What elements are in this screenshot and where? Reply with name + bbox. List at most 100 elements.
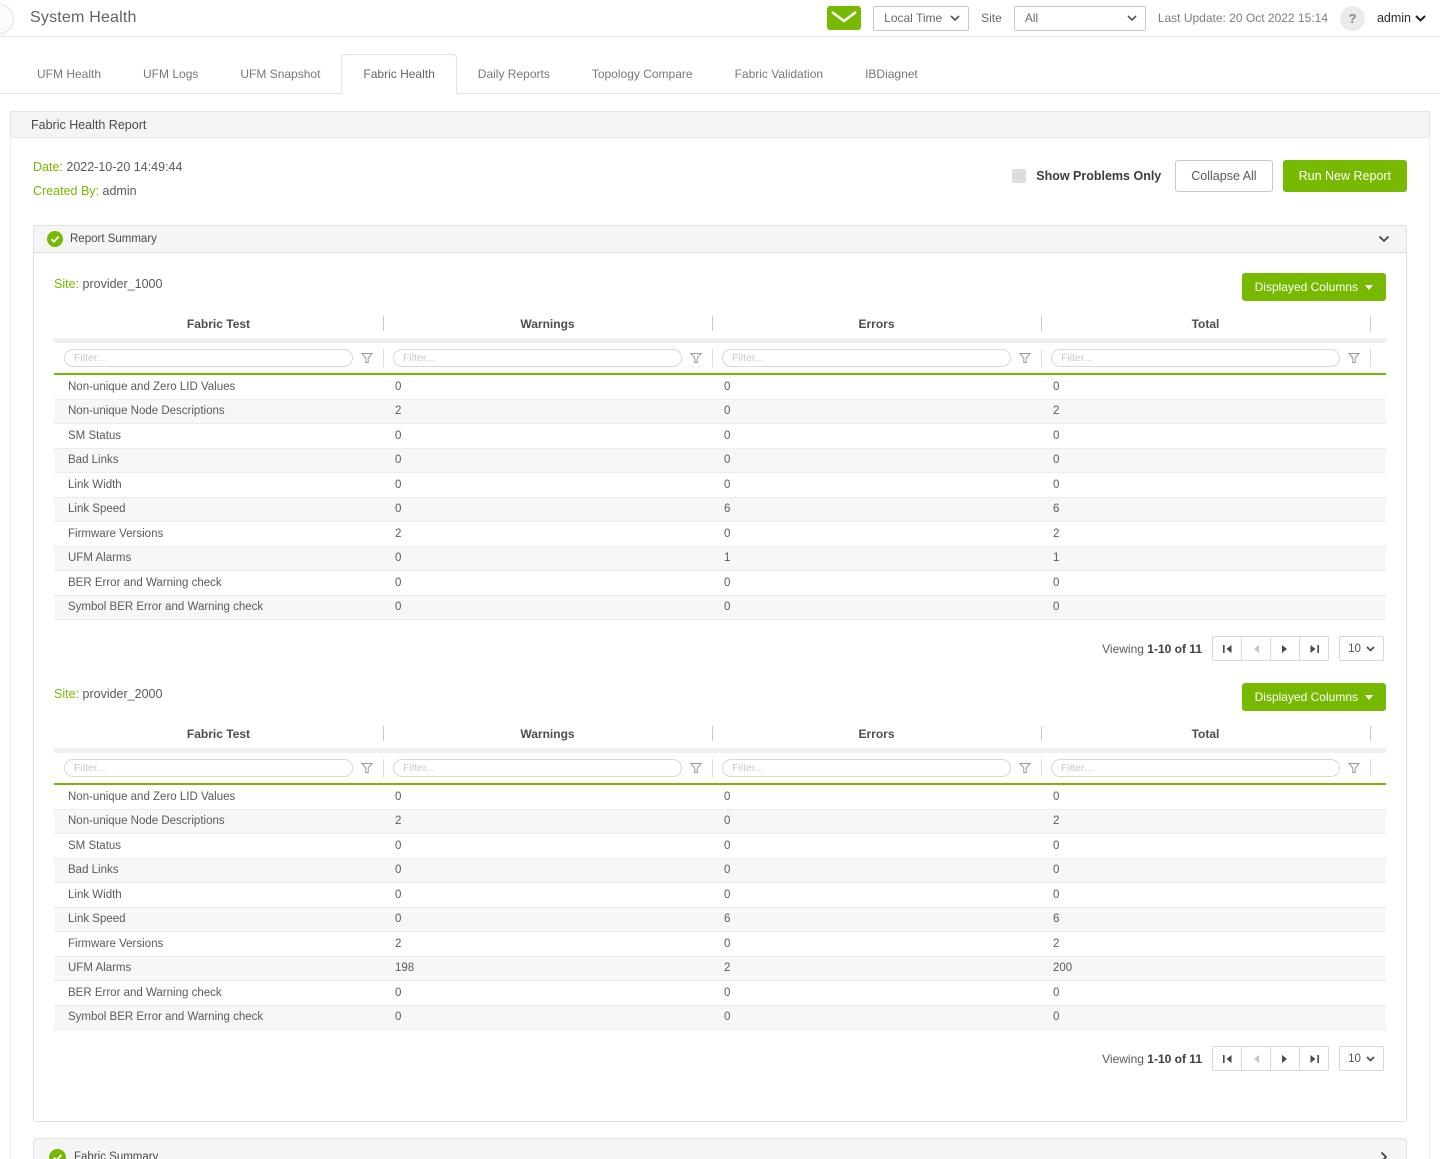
cell-total: 0 [1041, 864, 1370, 876]
page-size-select[interactable]: 10 [1339, 636, 1384, 661]
report-summary-panel: Report Summary Site: provider_1000 Displ… [33, 225, 1407, 1122]
tab-ufm-logs[interactable]: UFM Logs [122, 55, 219, 93]
cell-errors: 0 [712, 479, 1041, 491]
table-row[interactable]: Non-unique and Zero LID Values000 [54, 785, 1386, 810]
next-page-button[interactable] [1270, 1046, 1300, 1071]
column-header-total[interactable]: Total [1041, 311, 1370, 338]
table-row[interactable]: Link Width000 [54, 473, 1386, 498]
run-new-report-button[interactable]: Run New Report [1283, 160, 1407, 192]
table-row[interactable]: Bad Links000 [54, 859, 1386, 884]
filter-row [54, 343, 1386, 375]
table-row[interactable]: Link Speed066 [54, 908, 1386, 933]
tab-daily-reports[interactable]: Daily Reports [457, 55, 571, 93]
first-page-button[interactable] [1212, 1046, 1242, 1071]
collapse-all-button[interactable]: Collapse All [1175, 160, 1272, 192]
cell-test: Firmware Versions [54, 528, 383, 540]
table-row[interactable]: Firmware Versions202 [54, 932, 1386, 957]
filter-input-errors[interactable] [722, 759, 1011, 777]
table-row[interactable]: Bad Links000 [54, 449, 1386, 474]
user-menu[interactable]: admin [1377, 11, 1426, 25]
column-header-total[interactable]: Total [1041, 721, 1370, 748]
cell-test: Non-unique Node Descriptions [54, 815, 383, 827]
prev-page-button[interactable] [1241, 1046, 1271, 1071]
mail-icon[interactable] [827, 6, 861, 30]
column-header-errors[interactable]: Errors [712, 721, 1041, 748]
report-summary-header[interactable]: Report Summary [34, 226, 1406, 253]
filter-funnel-icon[interactable] [690, 352, 702, 364]
top-bar: System Health Local Time Site All Last U… [0, 0, 1440, 37]
filter-funnel-icon[interactable] [1348, 352, 1360, 364]
cell-test: Firmware Versions [54, 938, 383, 950]
cell-test: Non-unique and Zero LID Values [54, 381, 383, 393]
filter-input-total[interactable] [1051, 759, 1340, 777]
cell-warnings: 0 [383, 791, 712, 803]
column-header-warnings[interactable]: Warnings [383, 311, 712, 338]
table-row[interactable]: BER Error and Warning check000 [54, 981, 1386, 1006]
table-row[interactable]: BER Error and Warning check000 [54, 571, 1386, 596]
next-page-button[interactable] [1270, 636, 1300, 661]
filter-input-warnings[interactable] [393, 349, 682, 367]
table-row[interactable]: Non-unique Node Descriptions202 [54, 810, 1386, 835]
filter-funnel-icon[interactable] [361, 762, 373, 774]
tab-ibdiagnet[interactable]: IBDiagnet [844, 55, 939, 93]
cell-errors: 0 [712, 987, 1041, 999]
table-row[interactable]: Non-unique and Zero LID Values000 [54, 375, 1386, 400]
cell-errors: 0 [712, 430, 1041, 442]
table-row[interactable]: UFM Alarms1982200 [54, 957, 1386, 982]
table-row[interactable]: Non-unique Node Descriptions202 [54, 400, 1386, 425]
displayed-columns-button[interactable]: Displayed Columns [1242, 683, 1386, 711]
cell-test: Link Width [54, 479, 383, 491]
report-meta: Date: 2022-10-20 14:49:44 Created By: ad… [33, 160, 182, 208]
cell-test: SM Status [54, 840, 383, 852]
prev-page-button[interactable] [1241, 636, 1271, 661]
chevron-down-icon[interactable] [1378, 235, 1390, 243]
tab-topology-compare[interactable]: Topology Compare [571, 55, 714, 93]
cell-errors: 0 [712, 381, 1041, 393]
filter-funnel-icon[interactable] [1019, 352, 1031, 364]
tab-ufm-snapshot[interactable]: UFM Snapshot [219, 55, 341, 93]
tab-fabric-health[interactable]: Fabric Health [341, 54, 456, 94]
table-row[interactable]: UFM Alarms011 [54, 547, 1386, 572]
cell-errors: 0 [712, 791, 1041, 803]
cell-test: Non-unique and Zero LID Values [54, 791, 383, 803]
tab-fabric-validation[interactable]: Fabric Validation [714, 55, 845, 93]
last-page-button[interactable] [1299, 1046, 1329, 1071]
filter-funnel-icon[interactable] [361, 352, 373, 364]
first-page-button[interactable] [1212, 636, 1242, 661]
displayed-columns-label: Displayed Columns [1255, 280, 1358, 294]
filter-funnel-icon[interactable] [1019, 762, 1031, 774]
report-summary-title: Report Summary [70, 233, 157, 245]
last-page-button[interactable] [1299, 636, 1329, 661]
help-icon[interactable]: ? [1340, 6, 1365, 31]
filter-input-errors[interactable] [722, 349, 1011, 367]
sidebar-toggle[interactable] [0, 4, 14, 34]
filter-funnel-icon[interactable] [690, 762, 702, 774]
table-row[interactable]: Link Width000 [54, 883, 1386, 908]
displayed-columns-button[interactable]: Displayed Columns [1242, 273, 1386, 301]
time-mode-select[interactable]: Local Time [873, 6, 969, 31]
filter-input-fabric-test[interactable] [64, 349, 353, 367]
filter-funnel-icon[interactable] [1348, 762, 1360, 774]
table-row[interactable]: Link Speed066 [54, 498, 1386, 523]
table-row[interactable]: Symbol BER Error and Warning check000 [54, 596, 1386, 621]
fabric-summary-panel[interactable]: Fabric Summary [33, 1138, 1407, 1159]
table-row[interactable]: SM Status000 [54, 834, 1386, 859]
page-size-select[interactable]: 10 [1339, 1046, 1384, 1071]
chevron-right-icon[interactable] [1380, 1151, 1388, 1159]
table-row[interactable]: Symbol BER Error and Warning check000 [54, 1006, 1386, 1031]
table-header-row: Fabric Test Warnings Errors Total [54, 721, 1386, 753]
filter-input-warnings[interactable] [393, 759, 682, 777]
filter-input-total[interactable] [1051, 349, 1340, 367]
column-header-fabric-test[interactable]: Fabric Test [54, 721, 383, 748]
cell-test: BER Error and Warning check [54, 577, 383, 589]
caret-down-icon [1365, 285, 1373, 290]
tab-ufm-health[interactable]: UFM Health [16, 55, 122, 93]
site-select[interactable]: All [1014, 6, 1146, 31]
filter-input-fabric-test[interactable] [64, 759, 353, 777]
show-problems-checkbox[interactable] [1012, 169, 1026, 183]
column-header-warnings[interactable]: Warnings [383, 721, 712, 748]
column-header-fabric-test[interactable]: Fabric Test [54, 311, 383, 338]
column-header-errors[interactable]: Errors [712, 311, 1041, 338]
table-row[interactable]: SM Status000 [54, 424, 1386, 449]
table-row[interactable]: Firmware Versions202 [54, 522, 1386, 547]
